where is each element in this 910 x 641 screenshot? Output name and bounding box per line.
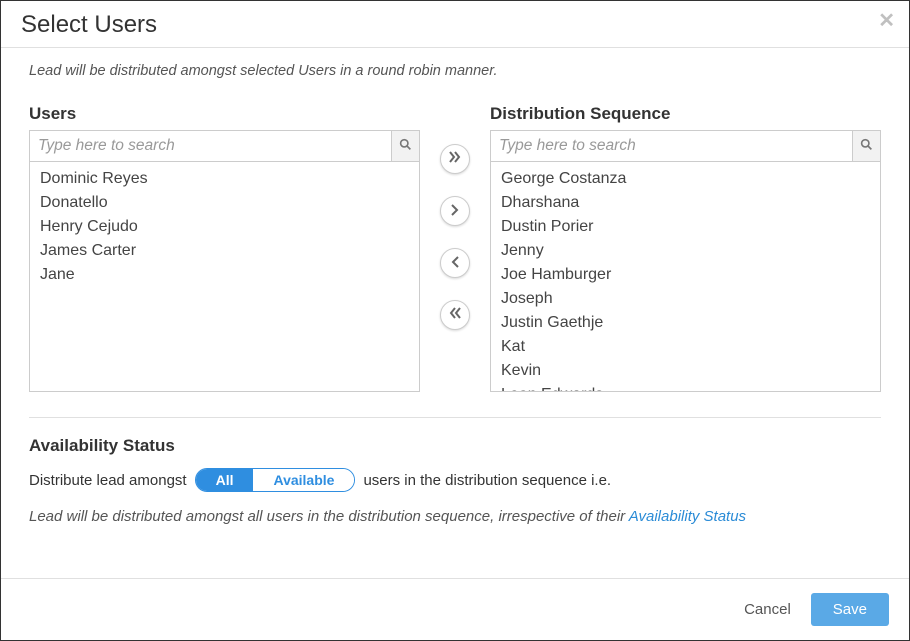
double-chevron-right-icon xyxy=(448,150,462,168)
list-item[interactable]: Donatello xyxy=(40,191,409,215)
users-label: Users xyxy=(29,104,420,124)
list-item[interactable]: Henry Cejudo xyxy=(40,215,409,239)
list-item[interactable]: Joe Hamburger xyxy=(501,263,870,287)
sequence-panel: Distribution Sequence George CostanzaDha… xyxy=(490,104,881,392)
users-panel: Users Dominic ReyesDonatelloHenry Cejudo… xyxy=(29,104,420,392)
list-item[interactable]: Kevin xyxy=(501,359,870,383)
list-item[interactable]: George Costanza xyxy=(501,167,870,191)
search-icon xyxy=(860,138,873,154)
availability-status-link[interactable]: Availability Status xyxy=(629,508,746,525)
sequence-search-input[interactable] xyxy=(491,131,852,161)
users-search-row xyxy=(29,130,420,162)
move-all-right-button[interactable] xyxy=(440,144,470,174)
sequence-search-button[interactable] xyxy=(852,131,880,161)
lists-area: Users Dominic ReyesDonatelloHenry Cejudo… xyxy=(29,104,881,392)
list-item[interactable]: Dustin Porier xyxy=(501,215,870,239)
chevron-right-icon xyxy=(449,203,461,220)
users-search-input[interactable] xyxy=(30,131,391,161)
list-item[interactable]: Joseph xyxy=(501,287,870,311)
dialog-footer: Cancel Save xyxy=(1,578,909,640)
list-item[interactable]: Kat xyxy=(501,335,870,359)
sequence-search-row xyxy=(490,130,881,162)
dialog-header: Select Users ✕ xyxy=(1,1,909,48)
availability-prefix: Distribute lead amongst xyxy=(29,472,187,489)
transfer-buttons xyxy=(420,104,490,330)
list-item[interactable]: Justin Gaethje xyxy=(501,311,870,335)
sequence-label: Distribution Sequence xyxy=(490,104,881,124)
section-divider xyxy=(29,417,881,418)
availability-note: Lead will be distributed amongst all use… xyxy=(29,508,881,525)
save-button[interactable]: Save xyxy=(811,593,889,626)
list-item[interactable]: Dharshana xyxy=(501,191,870,215)
move-all-left-button[interactable] xyxy=(440,300,470,330)
toggle-option-all[interactable]: All xyxy=(196,469,254,491)
availability-suffix: users in the distribution sequence i.e. xyxy=(363,472,611,489)
search-icon xyxy=(399,138,412,154)
sequence-listbox[interactable]: George CostanzaDharshanaDustin PorierJen… xyxy=(490,162,881,392)
list-item[interactable]: Jenny xyxy=(501,239,870,263)
dialog-content: Lead will be distributed amongst selecte… xyxy=(1,48,909,525)
availability-row: Distribute lead amongst All Available us… xyxy=(29,468,881,492)
double-chevron-left-icon xyxy=(448,306,462,324)
list-item[interactable]: Dominic Reyes xyxy=(40,167,409,191)
move-right-button[interactable] xyxy=(440,196,470,226)
close-icon[interactable]: ✕ xyxy=(878,11,895,31)
dialog-title: Select Users xyxy=(21,11,889,39)
users-search-button[interactable] xyxy=(391,131,419,161)
chevron-left-icon xyxy=(449,255,461,272)
availability-note-text: Lead will be distributed amongst all use… xyxy=(29,508,629,525)
availability-heading: Availability Status xyxy=(29,436,881,456)
dialog-subtitle: Lead will be distributed amongst selecte… xyxy=(29,63,881,79)
cancel-button[interactable]: Cancel xyxy=(744,601,791,618)
availability-toggle: All Available xyxy=(195,468,356,492)
move-left-button[interactable] xyxy=(440,248,470,278)
list-item[interactable]: James Carter xyxy=(40,239,409,263)
list-item[interactable]: Leon Edwards xyxy=(501,383,870,392)
list-item[interactable]: Jane xyxy=(40,263,409,287)
toggle-option-available[interactable]: Available xyxy=(253,469,354,491)
users-listbox[interactable]: Dominic ReyesDonatelloHenry CejudoJames … xyxy=(29,162,420,392)
